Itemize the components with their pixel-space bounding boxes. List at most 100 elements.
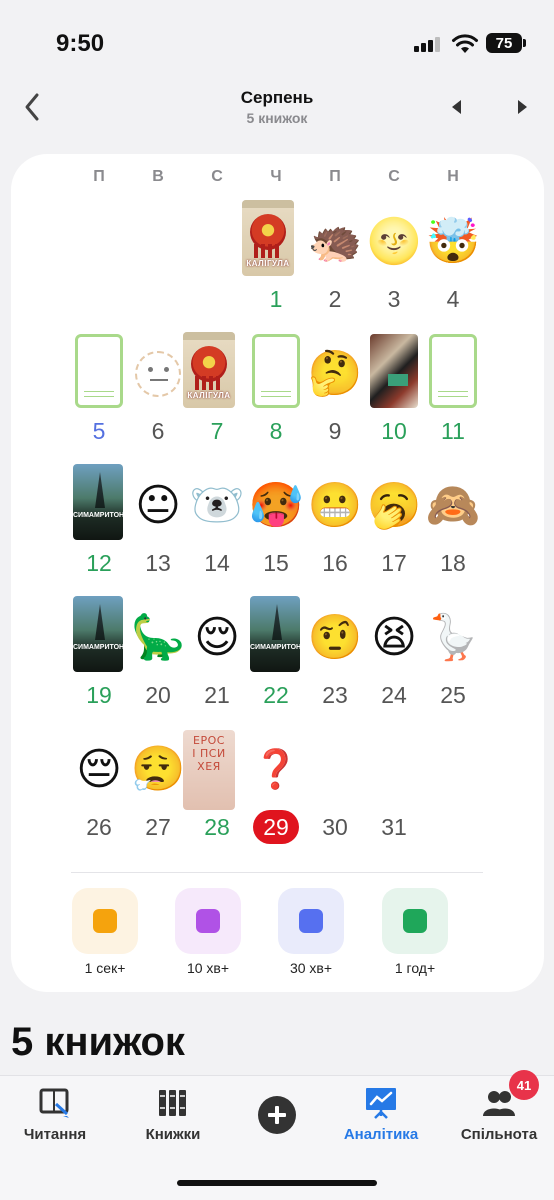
calendar-day[interactable]: 🦕 20 xyxy=(128,598,188,730)
calendar-day[interactable]: 31 xyxy=(364,730,424,862)
tab-label: Спільнота xyxy=(460,1126,538,1143)
add-button[interactable] xyxy=(258,1096,296,1134)
tab-label: Аналітика xyxy=(343,1126,419,1143)
calendar-day[interactable]: ЕРОС І ПСИ ХЕЯ 28 xyxy=(183,730,247,862)
day-number: 28 xyxy=(204,814,230,840)
legend-item: 30 хв+ xyxy=(261,888,361,980)
calendar-day[interactable]: 30 xyxy=(305,730,365,862)
calendar-day[interactable]: 🤯 4 xyxy=(423,202,483,334)
calendar-day[interactable]: СИМАМРИТОН 19 xyxy=(69,596,129,730)
calendar-day[interactable]: 🐻‍❄️ 14 xyxy=(187,466,247,598)
calendar-day[interactable]: 😫 24 xyxy=(364,598,424,730)
calendar-day[interactable]: 🪿 25 xyxy=(423,598,483,730)
calendar-day[interactable]: 🌝 3 xyxy=(364,202,424,334)
day-visual: 😐 xyxy=(128,466,188,546)
day-visual: 🤨 xyxy=(305,598,365,678)
legend-swatch xyxy=(403,909,427,933)
weekday-label: С xyxy=(211,168,223,185)
calendar-day[interactable]: 😮‍💨 27 xyxy=(128,730,188,862)
day-visual: СИМАМРИТОН xyxy=(69,596,129,678)
calendar-day[interactable]: 🦔 2 xyxy=(305,202,365,334)
mood-emoji: 🤔 xyxy=(307,349,363,398)
book-cover-line: І ПСИ xyxy=(192,747,226,760)
calendar-day[interactable]: 🤔 9 xyxy=(305,334,365,466)
mood-emoji: 😫 xyxy=(371,613,417,662)
tab-analytics[interactable]: Аналітика xyxy=(326,1076,436,1156)
weekday-label: П xyxy=(93,168,105,185)
calendar-day[interactable]: 🥵 15 xyxy=(246,466,306,598)
calendar-day[interactable]: КАЛІГУЛА 1 xyxy=(242,200,306,334)
calendar-day[interactable]: 🥱 17 xyxy=(364,466,424,598)
calendar-day[interactable]: КАЛІГУЛА 7 xyxy=(183,332,247,466)
day-visual: 🙈 xyxy=(423,466,483,546)
calendar-day[interactable]: 😔 26 xyxy=(69,730,129,862)
day-visual: 🌝 xyxy=(364,202,424,282)
legend-label: 10 хв+ xyxy=(186,960,230,976)
day-number: 4 xyxy=(446,286,460,312)
legend-item: 1 год+ xyxy=(365,888,465,980)
battery-icon: 75 xyxy=(486,33,526,53)
day-visual xyxy=(423,334,483,414)
day-number: 22 xyxy=(263,682,289,708)
calendar-day[interactable]: 6 xyxy=(128,334,188,466)
calendar-day[interactable]: 🤨 23 xyxy=(305,598,365,730)
day-visual: ЕРОС І ПСИ ХЕЯ xyxy=(183,730,247,810)
clock: 9:50 xyxy=(56,30,105,57)
day-visual: СИМАМРИТОН xyxy=(69,464,129,546)
previous-month-button[interactable] xyxy=(447,96,467,118)
day-visual xyxy=(364,730,424,810)
day-visual xyxy=(364,334,424,414)
day-number: 15 xyxy=(263,550,289,576)
calendar-day[interactable]: 🙈 18 xyxy=(423,466,483,598)
calendar-day[interactable]: СИМАМРИТОН 12 xyxy=(69,464,129,598)
calendar-day[interactable]: 11 xyxy=(423,334,483,466)
tab-label: Книжки xyxy=(145,1126,201,1143)
legend-label: 30 хв+ xyxy=(289,960,333,976)
mood-emoji: 😐 xyxy=(135,481,181,530)
day-number: 11 xyxy=(441,418,465,444)
calendar-day[interactable]: 8 xyxy=(246,334,306,466)
calendar-day[interactable]: 😌 21 xyxy=(187,598,247,730)
next-month-button[interactable] xyxy=(512,96,532,118)
mood-emoji: 🦕 xyxy=(130,613,186,662)
books-icon xyxy=(159,1090,186,1116)
legend-item: 1 сек+ xyxy=(55,888,155,980)
calendar-day[interactable]: ❓ 29 xyxy=(246,730,306,862)
weekday-label: Ч xyxy=(270,168,282,185)
empty-book-cover xyxy=(429,334,477,408)
calendar-day[interactable]: 😬 16 xyxy=(305,466,365,598)
day-number: 6 xyxy=(151,418,165,444)
day-number: 10 xyxy=(381,418,407,444)
legend-tile xyxy=(278,888,344,954)
day-visual: КАЛІГУЛА xyxy=(242,200,306,282)
day-visual: 😌 xyxy=(187,598,247,678)
calendar-day[interactable]: 10 xyxy=(364,334,424,466)
calendar-day[interactable]: 😐 13 xyxy=(128,466,188,598)
day-visual xyxy=(305,730,365,810)
day-number: 8 xyxy=(269,418,283,444)
legend-tile xyxy=(175,888,241,954)
calendar-day[interactable]: 5 xyxy=(69,334,129,466)
calendar-day[interactable]: СИМАМРИТОН 22 xyxy=(246,596,306,730)
day-number: 3 xyxy=(387,286,401,312)
mood-emoji: 😌 xyxy=(194,613,240,662)
mood-emoji: 😔 xyxy=(76,745,122,794)
tab-books[interactable]: Книжки xyxy=(118,1076,228,1156)
day-number: 20 xyxy=(145,682,171,708)
day-number: 25 xyxy=(440,682,466,708)
day-visual: 😔 xyxy=(69,730,129,810)
empty-book-cover xyxy=(252,334,300,408)
wifi-icon xyxy=(452,34,478,53)
mood-emoji: 😮‍💨 xyxy=(130,745,186,794)
day-visual: 😫 xyxy=(364,598,424,678)
mood-emoji: 🐻‍❄️ xyxy=(189,481,245,530)
day-visual: 🪿 xyxy=(423,598,483,678)
mood-emoji: 🦔 xyxy=(307,217,363,266)
weekday-label: Н xyxy=(447,168,459,185)
day-visual xyxy=(128,334,188,414)
day-number: 2 xyxy=(328,286,342,312)
mood-emoji: 🥱 xyxy=(366,481,422,530)
tab-reading[interactable]: Читання xyxy=(0,1076,110,1156)
legend-label: 1 год+ xyxy=(394,960,436,976)
day-visual: КАЛІГУЛА xyxy=(183,332,247,414)
